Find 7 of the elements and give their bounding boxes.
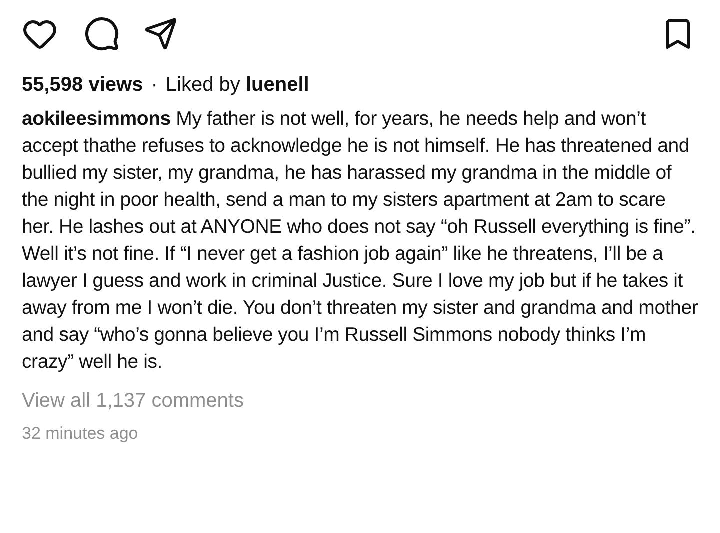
timestamp: 32 minutes ago: [22, 424, 138, 443]
separator-dot: ·: [151, 73, 158, 98]
liked-by-text[interactable]: Liked by luenell: [166, 72, 310, 98]
send-icon[interactable]: [144, 17, 178, 51]
caption-text: aokileesimmons My father is not well, for years, he needs help and won’t accept thathe refuses to acknowledge he is not himself. He has threatened and bullied my sister, my grandma, he has harassed my grandma in the middle of the night in poor health, send a man to my sisters apartment at 2am to scare her. He lashes out at ANYONE who does not say “oh Russell everything is fine”. Well it’s not fine. If “I never get a fashion job again” like he threatens, I’ll be a lawyer I guess and work in criminal Justice. Sure I love my job but if he takes it away from me I won’t die. You don’t threaten my sister and grandma and mother and say “who’s gonna believe you I’m Russell Simmons nobody thinks I’m crazy” well he is.: [22, 107, 700, 375]
comment-icon[interactable]: [84, 16, 120, 52]
view-count: 55,598 views: [22, 73, 144, 98]
